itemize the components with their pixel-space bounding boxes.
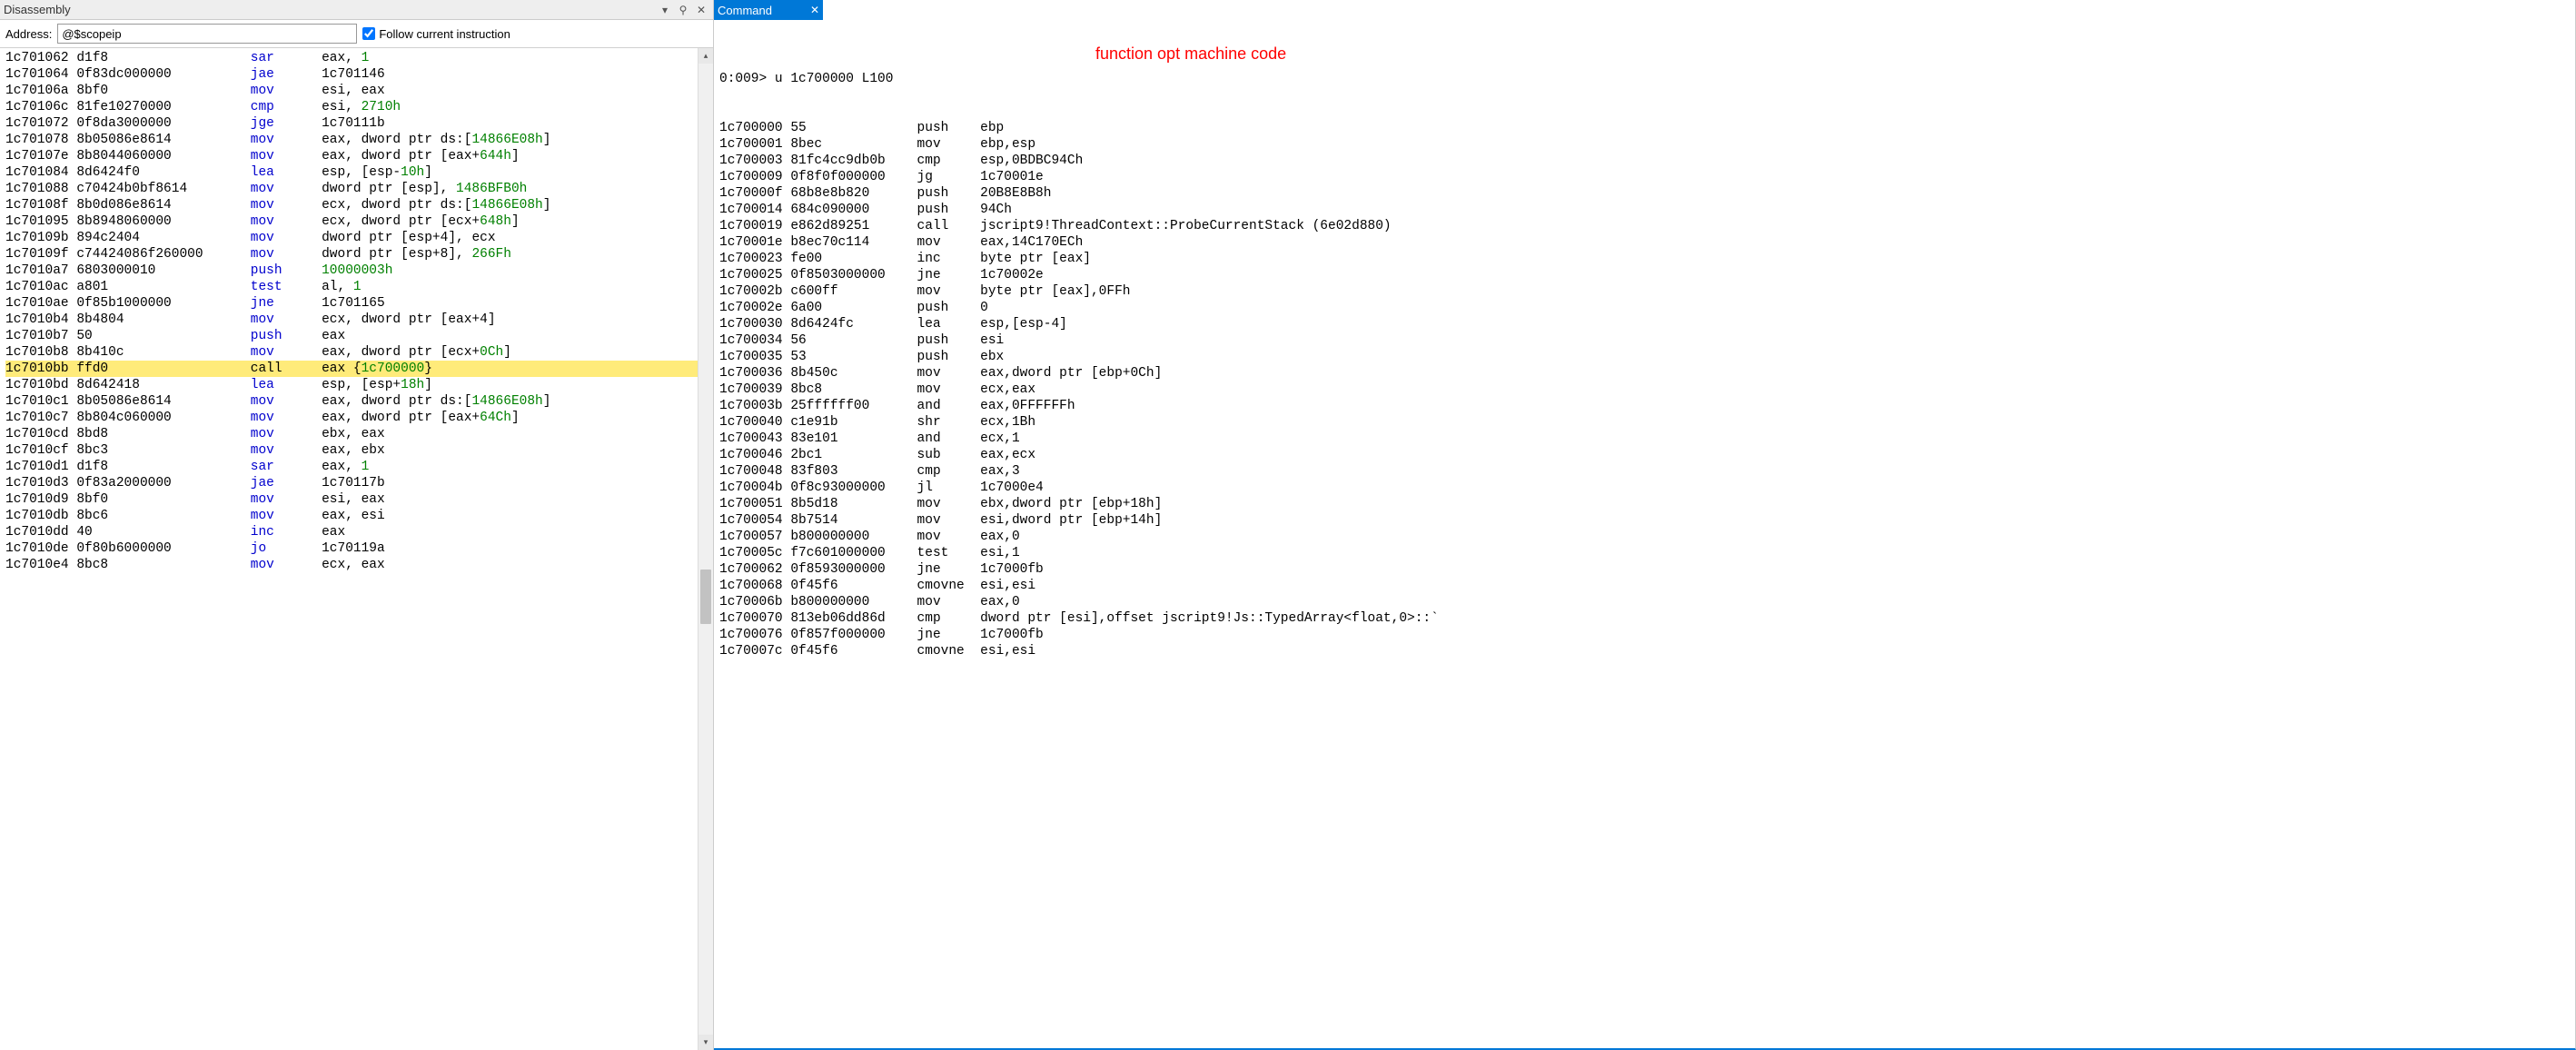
command-row: 1c700068 0f45f6 cmovne esi,esi bbox=[719, 578, 2570, 594]
command-row: 1c70000f 68b8e8b820 push 20B8E8B8h bbox=[719, 185, 2570, 202]
disasm-row[interactable]: 1c7010cd 8bd8 mov ebx, eax bbox=[5, 426, 708, 442]
command-title: Command bbox=[718, 4, 772, 17]
command-row: 1c700039 8bc8 mov ecx,eax bbox=[719, 381, 2570, 398]
disasm-row[interactable]: 1c7010e4 8bc8 mov ecx, eax bbox=[5, 557, 708, 573]
command-row: 1c700025 0f8503000000 jne 1c70002e bbox=[719, 267, 2570, 283]
command-row: 1c70004b 0f8c93000000 jl 1c7000e4 bbox=[719, 480, 2570, 496]
scroll-thumb[interactable] bbox=[700, 570, 711, 624]
command-row: 1c700030 8d6424fc lea esp,[esp-4] bbox=[719, 316, 2570, 332]
disasm-row[interactable]: 1c701064 0f83dc000000 jae 1c701146 bbox=[5, 66, 708, 83]
command-row: 1c700009 0f8f0f000000 jg 1c70001e bbox=[719, 169, 2570, 185]
command-row: 1c70007c 0f45f6 cmovne esi,esi bbox=[719, 643, 2570, 659]
disasm-row[interactable]: 1c70106c 81fe10270000 cmp esi, 2710h bbox=[5, 99, 708, 115]
disasm-row[interactable]: 1c7010db 8bc6 mov eax, esi bbox=[5, 508, 708, 524]
command-row: 1c700014 684c090000 push 94Ch bbox=[719, 202, 2570, 218]
disasm-row[interactable]: 1c7010dd 40 inc eax bbox=[5, 524, 708, 540]
command-row: 1c700057 b800000000 mov eax,0 bbox=[719, 529, 2570, 545]
command-row: 1c700001 8bec mov ebp,esp bbox=[719, 136, 2570, 153]
command-row: 1c700048 83f803 cmp eax,3 bbox=[719, 463, 2570, 480]
follow-checkbox-wrap[interactable]: Follow current instruction bbox=[362, 27, 510, 41]
disasm-row[interactable]: 1c70109f c74424086f260000 mov dword ptr … bbox=[5, 246, 708, 262]
command-row: 1c700019 e862d89251 call jscript9!Thread… bbox=[719, 218, 2570, 234]
command-row: 1c70002b c600ff mov byte ptr [eax],0FFh bbox=[719, 283, 2570, 300]
command-row: 1c70002e 6a00 push 0 bbox=[719, 300, 2570, 316]
disasm-row[interactable]: 1c70107e 8b8044060000 mov eax, dword ptr… bbox=[5, 148, 708, 164]
close-icon[interactable]: ✕ bbox=[693, 2, 709, 18]
close-icon[interactable]: ✕ bbox=[807, 2, 823, 18]
follow-label: Follow current instruction bbox=[379, 27, 510, 41]
command-row: 1c700043 83e101 and ecx,1 bbox=[719, 431, 2570, 447]
command-row: 1c700070 813eb06dd86d cmp dword ptr [esi… bbox=[719, 610, 2570, 627]
command-pane: Command ✕ function opt machine code 0:00… bbox=[714, 0, 2576, 1050]
command-row: 1c70006b b800000000 mov eax,0 bbox=[719, 594, 2570, 610]
command-row: 1c700034 56 push esi bbox=[719, 332, 2570, 349]
address-label: Address: bbox=[5, 27, 52, 41]
disasm-row[interactable]: 1c7010d9 8bf0 mov esi, eax bbox=[5, 491, 708, 508]
disasm-row[interactable]: 1c7010d1 d1f8 sar eax, 1 bbox=[5, 459, 708, 475]
command-row: 1c700035 53 push ebx bbox=[719, 349, 2570, 365]
command-row: 1c700076 0f857f000000 jne 1c7000fb bbox=[719, 627, 2570, 643]
command-row: 1c700036 8b450c mov eax,dword ptr [ebp+0… bbox=[719, 365, 2570, 381]
scrollbar[interactable]: ▴ ▾ bbox=[698, 48, 713, 1050]
annotation-text: function opt machine code bbox=[1095, 45, 1286, 62]
disasm-row[interactable]: 1c7010ac a801 test al, 1 bbox=[5, 279, 708, 295]
disasm-row[interactable]: 1c7010c1 8b05086e8614 mov eax, dword ptr… bbox=[5, 393, 708, 410]
disasm-row[interactable]: 1c701095 8b8948060000 mov ecx, dword ptr… bbox=[5, 213, 708, 230]
command-row: 1c700046 2bc1 sub eax,ecx bbox=[719, 447, 2570, 463]
command-row: 1c700023 fe00 inc byte ptr [eax] bbox=[719, 251, 2570, 267]
disasm-row[interactable]: 1c70109b 894c2404 mov dword ptr [esp+4],… bbox=[5, 230, 708, 246]
disasm-row[interactable]: 1c70106a 8bf0 mov esi, eax bbox=[5, 83, 708, 99]
disasm-row[interactable]: 1c701078 8b05086e8614 mov eax, dword ptr… bbox=[5, 132, 708, 148]
command-row: 1c70005c f7c601000000 test esi,1 bbox=[719, 545, 2570, 561]
disasm-row[interactable]: 1c701062 d1f8 sar eax, 1 bbox=[5, 50, 708, 66]
disasm-row[interactable]: 1c701088 c70424b0bf8614 mov dword ptr [e… bbox=[5, 181, 708, 197]
disasm-row[interactable]: 1c7010b8 8b410c mov eax, dword ptr [ecx+… bbox=[5, 344, 708, 361]
dropdown-icon[interactable]: ▾ bbox=[657, 2, 673, 18]
disassembly-body: 1c701062 d1f8 sar eax, 11c701064 0f83dc0… bbox=[0, 48, 713, 1050]
command-row: 1c70003b 25ffffff00 and eax,0FFFFFFh bbox=[719, 398, 2570, 414]
command-row: 1c700003 81fc4cc9db0b cmp esp,0BDBC94Ch bbox=[719, 153, 2570, 169]
disasm-row[interactable]: 1c701072 0f8da3000000 jge 1c70111b bbox=[5, 115, 708, 132]
disassembly-pane: Disassembly ▾ ⚲ ✕ Address: Follow curren… bbox=[0, 0, 714, 1050]
disasm-row[interactable]: 1c701084 8d6424f0 lea esp, [esp-10h] bbox=[5, 164, 708, 181]
command-row: 1c700054 8b7514 mov esi,dword ptr [ebp+1… bbox=[719, 512, 2570, 529]
disassembly-title: Disassembly bbox=[4, 3, 71, 16]
disasm-row[interactable]: 1c70108f 8b0d086e8614 mov ecx, dword ptr… bbox=[5, 197, 708, 213]
disasm-row[interactable]: 1c7010b4 8b4804 mov ecx, dword ptr [eax+… bbox=[5, 312, 708, 328]
command-row: 1c700040 c1e91b shr ecx,1Bh bbox=[719, 414, 2570, 431]
disasm-row[interactable]: 1c7010b7 50 push eax bbox=[5, 328, 708, 344]
command-row: 1c700000 55 push ebp bbox=[719, 120, 2570, 136]
pin-icon[interactable]: ⚲ bbox=[675, 2, 691, 18]
command-body[interactable]: function opt machine code 0:009> u 1c700… bbox=[714, 20, 2575, 1048]
command-row: 1c70001e b8ec70c114 mov eax,14C170ECh bbox=[719, 234, 2570, 251]
command-prompt: 0:009> u 1c700000 L100 bbox=[719, 71, 2570, 87]
disassembly-titlebar: Disassembly ▾ ⚲ ✕ bbox=[0, 0, 713, 20]
disasm-row[interactable]: 1c7010bd 8d642418 lea esp, [esp+18h] bbox=[5, 377, 708, 393]
disasm-row[interactable]: 1c7010a7 6803000010 push 10000003h bbox=[5, 262, 708, 279]
disasm-row[interactable]: 1c7010bb ffd0 call eax {1c700000} bbox=[5, 361, 708, 377]
scroll-down-icon[interactable]: ▾ bbox=[698, 1035, 713, 1050]
command-row: 1c700062 0f8593000000 jne 1c7000fb bbox=[719, 561, 2570, 578]
command-row: 1c700051 8b5d18 mov ebx,dword ptr [ebp+1… bbox=[719, 496, 2570, 512]
scroll-up-icon[interactable]: ▴ bbox=[698, 48, 713, 64]
follow-checkbox[interactable] bbox=[362, 27, 375, 40]
address-input[interactable] bbox=[57, 24, 357, 44]
disasm-row[interactable]: 1c7010de 0f80b6000000 jo 1c70119a bbox=[5, 540, 708, 557]
command-titlebar: Command ✕ bbox=[714, 0, 823, 20]
address-bar: Address: Follow current instruction bbox=[0, 20, 713, 48]
disasm-row[interactable]: 1c7010ae 0f85b1000000 jne 1c701165 bbox=[5, 295, 708, 312]
disasm-row[interactable]: 1c7010cf 8bc3 mov eax, ebx bbox=[5, 442, 708, 459]
disasm-row[interactable]: 1c7010d3 0f83a2000000 jae 1c70117b bbox=[5, 475, 708, 491]
disasm-row[interactable]: 1c7010c7 8b804c060000 mov eax, dword ptr… bbox=[5, 410, 708, 426]
